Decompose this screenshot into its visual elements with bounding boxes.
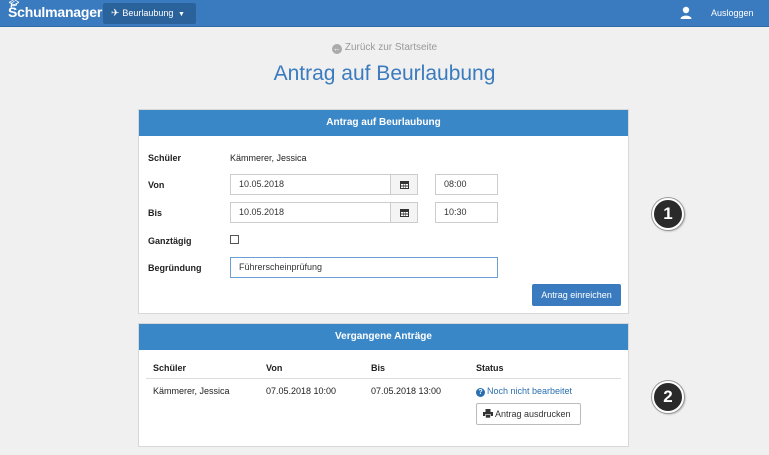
from-date-input[interactable]: 10.05.2018 bbox=[230, 174, 391, 195]
to-time-input[interactable]: 10:30 bbox=[435, 202, 498, 223]
question-circle-icon: ? bbox=[476, 388, 485, 397]
row-to: 07.05.2018 13:00 bbox=[371, 386, 442, 396]
user-icon[interactable] bbox=[680, 6, 692, 20]
request-form-panel: Antrag auf Beurlaubung Schüler Kämmerer,… bbox=[138, 109, 629, 314]
past-panel-heading: Vergangene Anträge bbox=[139, 324, 628, 350]
status-text: Noch nicht bearbeitet bbox=[487, 386, 573, 396]
allday-checkbox[interactable] bbox=[230, 235, 239, 244]
to-date-input[interactable]: 10.05.2018 bbox=[230, 202, 391, 223]
column-header-student: Schüler bbox=[153, 363, 187, 373]
page-title: Antrag auf Beurlaubung bbox=[273, 62, 496, 85]
table-header-divider bbox=[146, 378, 621, 379]
from-calendar-button[interactable] bbox=[390, 174, 418, 195]
reason-label: Begründung bbox=[148, 263, 202, 273]
callout-marker-1: 1 bbox=[652, 198, 684, 230]
menu-label: Beurlaubung bbox=[122, 8, 174, 18]
to-calendar-button[interactable] bbox=[390, 202, 418, 223]
print-button-label: Antrag ausdrucken bbox=[495, 409, 571, 419]
to-label: Bis bbox=[148, 208, 163, 218]
back-link-label: Zurück zur Startseite bbox=[344, 42, 438, 53]
top-navbar: 🎓︎ Schulmanager ✈ Beurlaubung ▼ Ausloggen bbox=[0, 0, 769, 27]
row-student: Kämmerer, Jessica bbox=[153, 386, 230, 396]
arrow-left-circle-icon: ← bbox=[331, 44, 342, 54]
logout-link[interactable]: Ausloggen bbox=[711, 8, 754, 18]
row-from: 07.05.2018 10:00 bbox=[266, 386, 337, 396]
status-link[interactable]: ? Noch nicht bearbeitet bbox=[476, 386, 572, 397]
calendar-icon bbox=[400, 181, 409, 189]
reason-input[interactable]: Führerscheinprüfung bbox=[230, 257, 498, 278]
submit-request-button[interactable]: Antrag einreichen bbox=[532, 284, 621, 306]
callout-marker-2: 2 bbox=[652, 381, 684, 413]
column-header-to: Bis bbox=[371, 363, 386, 373]
caret-down-icon: ▼ bbox=[177, 11, 185, 18]
back-to-home-link[interactable]: ← Zurück zur Startseite bbox=[0, 42, 769, 54]
printer-icon bbox=[483, 409, 493, 419]
allday-label: Ganztägig bbox=[148, 236, 192, 246]
from-label: Von bbox=[148, 180, 165, 190]
column-header-from: Von bbox=[266, 363, 283, 373]
airplane-icon: ✈ bbox=[111, 8, 120, 19]
student-value: Kämmerer, Jessica bbox=[230, 153, 307, 163]
print-request-button[interactable]: Antrag ausdrucken bbox=[476, 403, 581, 425]
student-label: Schüler bbox=[148, 153, 182, 163]
from-time-input[interactable]: 08:00 bbox=[435, 174, 498, 195]
calendar-icon bbox=[400, 209, 409, 217]
column-header-status: Status bbox=[476, 363, 504, 373]
past-requests-panel: Vergangene Anträge Schüler Von Bis Statu… bbox=[138, 323, 629, 447]
form-panel-heading: Antrag auf Beurlaubung bbox=[139, 110, 628, 136]
brand-logo[interactable]: 🎓︎ Schulmanager bbox=[8, 0, 103, 20]
brand-name: Schulmanager bbox=[8, 4, 103, 20]
graduation-hat-icon: 🎓︎ bbox=[9, 0, 19, 8]
beurlaubung-menu-button[interactable]: ✈ Beurlaubung ▼ bbox=[103, 3, 196, 24]
